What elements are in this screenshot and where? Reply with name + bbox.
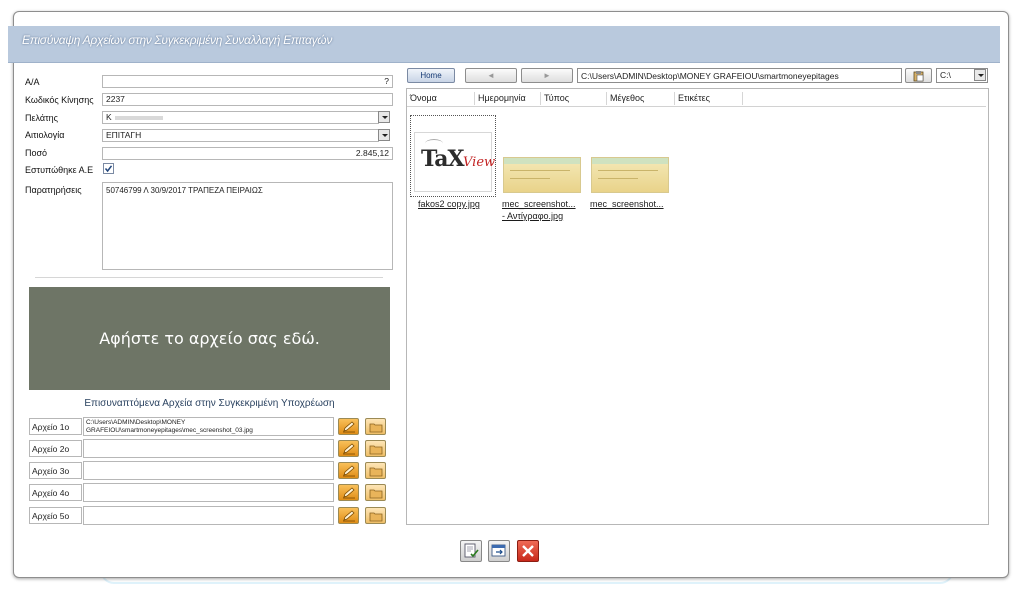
customer-redaction — [115, 116, 163, 120]
file-name-mec[interactable]: mec_screenshot... — [590, 199, 664, 210]
reason-combo[interactable]: ΕΠΙΤΑΓΗ — [102, 129, 379, 142]
folder-icon — [369, 467, 383, 477]
attachment-2-label: Αρχείο 2ο — [29, 440, 82, 457]
column-name[interactable]: Όνομα — [407, 92, 475, 105]
file-name-mec-copy-line1[interactable]: mec_screenshot... — [502, 199, 576, 210]
file-list-header: Όνομα Ημερομηνία Τύπος Μέγεθος Ετικέτες — [407, 91, 986, 107]
attachment-3-edit-button[interactable] — [338, 462, 359, 479]
file-name-fakos2[interactable]: fakos2 copy.jpg — [418, 199, 480, 210]
thumbnail-line — [510, 170, 570, 171]
attachment-5-folder-button[interactable] — [365, 507, 386, 524]
attachment-4-path[interactable] — [83, 483, 334, 502]
attachment-5-label: Αρχείο 5ο — [29, 507, 82, 524]
code-field[interactable]: 2237 — [102, 93, 393, 106]
home-button[interactable]: Home — [407, 68, 455, 83]
folder-icon — [369, 445, 383, 455]
thumbnail-logo-accent: View — [463, 155, 496, 170]
attachment-3-path[interactable] — [83, 461, 334, 480]
customer-dropdown-button[interactable] — [378, 111, 390, 123]
thumbnail-band — [504, 158, 580, 164]
attach-button[interactable] — [460, 540, 482, 562]
customer-value: Κ — [106, 112, 112, 122]
title-bar: Επισύναψη Αρχείων στην Συγκεκριμένη Συνα… — [8, 26, 1000, 63]
attachment-5-path[interactable] — [83, 506, 334, 525]
drive-value: C:\ — [940, 70, 951, 80]
close-button[interactable] — [517, 540, 539, 562]
sent-label: Εστυπώθηκε Α.Ε — [25, 165, 94, 175]
separator-line — [35, 277, 383, 278]
sent-checkbox[interactable] — [103, 163, 114, 174]
drop-zone[interactable]: Αφήστε το αρχείο σας εδώ. — [29, 287, 390, 390]
thumbnail-logo-text: TaX — [421, 146, 465, 172]
notes-textarea[interactable]: 50746799 Λ 30/9/2017 ΤΡΑΠΕΖΑ ΠΕΙΡΑΙΩΣ — [102, 182, 393, 270]
pencil-icon — [343, 510, 355, 522]
reason-dropdown-button[interactable] — [378, 129, 390, 141]
attachment-4-label: Αρχείο 4ο — [29, 484, 82, 501]
file-thumbnail-mec[interactable] — [591, 157, 669, 193]
attachment-1-path[interactable]: C:\Users\ADMIN\Desktop\MONEY GRAFEIOU\sm… — [83, 417, 334, 436]
file-thumbnail-mec-copy[interactable] — [503, 157, 581, 193]
window-arrow-icon — [491, 544, 506, 557]
column-size[interactable]: Μέγεθος — [607, 92, 675, 105]
path-input[interactable]: C:\Users\ADMIN\Desktop\MONEY GRAFEIOU\sm… — [577, 68, 902, 83]
reason-label: Αιτιολογία — [25, 130, 65, 140]
attachment-3-label: Αρχείο 3ο — [29, 462, 82, 479]
attachment-4-edit-button[interactable] — [338, 484, 359, 501]
attachment-3-folder-button[interactable] — [365, 462, 386, 479]
folder-icon — [369, 489, 383, 499]
folder-icon — [369, 423, 383, 433]
window-title: Επισύναψη Αρχείων στην Συγκεκριμένη Συνα… — [22, 33, 333, 47]
attachment-1-edit-button[interactable] — [338, 418, 359, 435]
folder-icon — [369, 512, 383, 522]
thumbnail-signature — [425, 139, 443, 148]
document-check-icon — [464, 543, 479, 558]
pencil-icon — [343, 487, 355, 499]
aa-field[interactable]: ? — [102, 75, 393, 88]
attachment-5-edit-button[interactable] — [338, 507, 359, 524]
thumbnail-line — [598, 178, 638, 179]
drive-dropdown-button[interactable] — [974, 69, 986, 81]
attachment-1-folder-button[interactable] — [365, 418, 386, 435]
customer-label: Πελάτης — [25, 113, 58, 123]
column-tags[interactable]: Ετικέτες — [675, 92, 743, 105]
attachment-4-folder-button[interactable] — [365, 484, 386, 501]
paste-path-button[interactable] — [905, 68, 932, 83]
thumbnail-line — [598, 170, 658, 171]
customer-combo[interactable]: Κ — [102, 111, 379, 124]
attachment-1-label: Αρχείο 1ο — [29, 418, 82, 435]
file-thumbnail-fakos2: TaX View — [414, 132, 496, 192]
clipboard-icon — [913, 71, 924, 82]
attachments-heading: Επισυναπτόμενα Αρχεία στην Συγκεκριμένη … — [84, 398, 335, 409]
column-type[interactable]: Τύπος — [541, 92, 607, 105]
amount-field[interactable]: 2.845,12 — [102, 147, 393, 160]
pencil-icon — [343, 465, 355, 477]
column-date[interactable]: Ημερομηνία — [475, 92, 541, 105]
check-icon — [104, 165, 113, 173]
attachment-2-edit-button[interactable] — [338, 440, 359, 457]
close-icon — [522, 545, 534, 557]
attachment-2-folder-button[interactable] — [365, 440, 386, 457]
amount-label: Ποσό — [25, 148, 48, 158]
back-button[interactable]: ◄ — [465, 68, 517, 83]
file-name-mec-copy-line2[interactable]: - Αντίγραφο.jpg — [502, 211, 563, 222]
thumbnail-line — [510, 178, 550, 179]
attachment-2-path[interactable] — [83, 439, 334, 458]
pencil-icon — [343, 421, 355, 433]
code-label: Κωδικός Κίνησης — [25, 95, 94, 105]
notes-label: Παρατηρήσεις — [25, 185, 82, 195]
export-button[interactable] — [488, 540, 510, 562]
forward-button[interactable]: ► — [521, 68, 573, 83]
aa-label: Α/Α — [25, 77, 40, 87]
pencil-icon — [343, 443, 355, 455]
file-item-fakos2[interactable]: TaX View — [410, 115, 496, 197]
thumbnail-band — [592, 158, 668, 164]
